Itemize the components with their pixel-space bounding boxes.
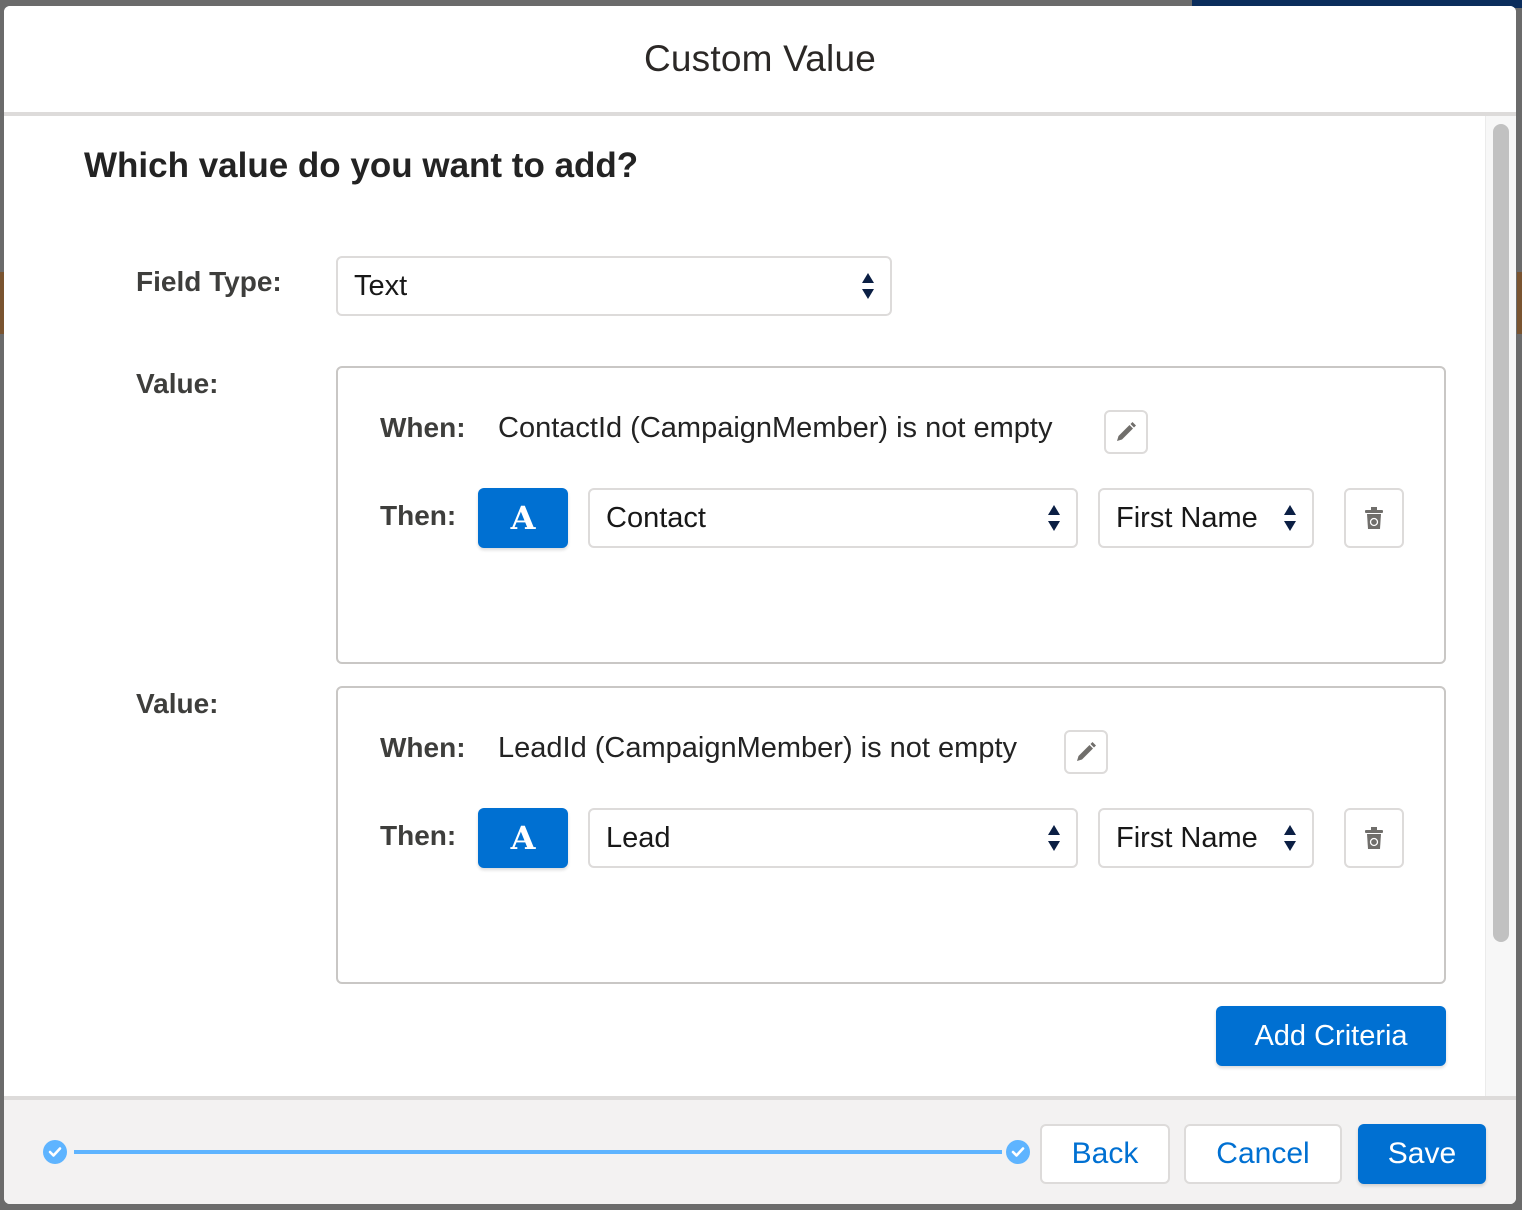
object-value: Contact: [606, 501, 706, 534]
pencil-icon: [1117, 422, 1136, 441]
field-type-label: Field Type:: [136, 266, 282, 297]
field-select[interactable]: First Name: [1098, 808, 1314, 868]
field-value: First Name: [1116, 501, 1258, 534]
select-arrows-icon: [862, 271, 876, 301]
select-arrows-icon: [1284, 503, 1298, 533]
trash-icon: [1365, 827, 1383, 849]
modal-header: Custom Value: [4, 6, 1516, 116]
question-heading: Which value do you want to add?: [84, 146, 639, 185]
object-select[interactable]: Contact: [588, 488, 1078, 548]
edit-condition-button[interactable]: [1104, 410, 1148, 454]
cancel-button[interactable]: Cancel: [1184, 1124, 1342, 1184]
select-arrows-icon: [1048, 823, 1062, 853]
modal-title: Custom Value: [643, 38, 877, 79]
value-criteria-box: When: ContactId (CampaignMember) is not …: [336, 366, 1446, 664]
background-accent-right: [1517, 272, 1522, 334]
value-label: Value:: [136, 688, 219, 719]
check-icon: [48, 1147, 62, 1157]
scrollbar[interactable]: [1485, 116, 1516, 1096]
select-arrows-icon: [1284, 823, 1298, 853]
value-criteria-box: When: LeadId (CampaignMember) is not emp…: [336, 686, 1446, 984]
field-select[interactable]: First Name: [1098, 488, 1314, 548]
then-label: Then:: [380, 500, 457, 531]
progress-bar: [74, 1150, 1002, 1154]
pencil-icon: [1077, 742, 1096, 761]
progress-step-complete: [43, 1140, 67, 1164]
delete-criteria-button[interactable]: [1344, 808, 1404, 868]
object-value: Lead: [606, 821, 671, 854]
select-arrows-icon: [1048, 503, 1062, 533]
field-value: First Name: [1116, 821, 1258, 854]
check-icon: [1011, 1147, 1025, 1157]
save-button[interactable]: Save: [1358, 1124, 1486, 1184]
then-label: Then:: [380, 820, 457, 851]
back-button[interactable]: Back: [1040, 1124, 1170, 1184]
trash-icon: [1365, 507, 1383, 529]
object-select[interactable]: Lead: [588, 808, 1078, 868]
custom-value-modal: Custom Value Which value do you want to …: [4, 6, 1516, 1204]
text-type-button[interactable]: A: [478, 808, 568, 868]
add-criteria-button[interactable]: Add Criteria: [1216, 1006, 1446, 1066]
edit-condition-button[interactable]: [1064, 730, 1108, 774]
delete-criteria-button[interactable]: [1344, 488, 1404, 548]
modal-body: Which value do you want to add? Field Ty…: [4, 116, 1516, 1096]
when-label: When:: [380, 732, 466, 763]
modal-footer: Back Cancel Save: [4, 1096, 1516, 1204]
text-type-button[interactable]: A: [478, 488, 568, 548]
field-type-value: Text: [354, 269, 408, 302]
progress-step-complete: [1006, 1140, 1030, 1164]
field-type-select[interactable]: Text: [336, 256, 892, 316]
value-label: Value:: [136, 368, 219, 399]
when-label: When:: [380, 412, 466, 443]
scrollbar-thumb[interactable]: [1493, 124, 1509, 942]
condition-text: ContactId (CampaignMember) is not empty: [498, 412, 1053, 444]
condition-text: LeadId (CampaignMember) is not empty: [498, 732, 1018, 764]
